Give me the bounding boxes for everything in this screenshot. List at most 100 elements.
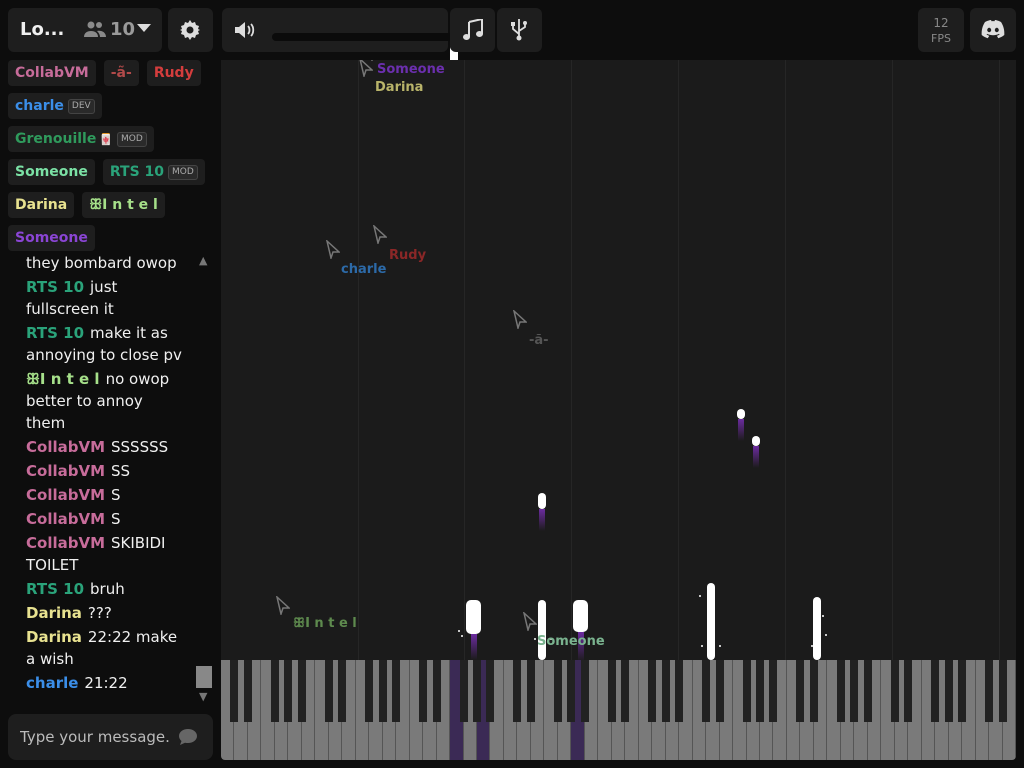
remote-cursor: [512, 308, 528, 331]
chat-message: CollabVM SSSSSS: [8, 436, 186, 458]
chat-input-container: [8, 714, 213, 760]
chat-message: they bombard owop: [8, 252, 186, 274]
piano-keyboard[interactable]: [221, 660, 1016, 760]
chat-message: ꕥI n t e l no owop better to annoy them: [8, 368, 186, 434]
black-key[interactable]: [365, 660, 374, 722]
black-key[interactable]: [392, 660, 401, 722]
chevron-down-icon[interactable]: [136, 22, 152, 34]
user-chip[interactable]: CollabVM: [8, 60, 96, 86]
chat-text: S: [111, 510, 121, 528]
black-key[interactable]: [270, 660, 279, 722]
chat-scrollbar[interactable]: ▲ ▼: [196, 252, 213, 703]
black-key[interactable]: [297, 660, 306, 722]
chat-author[interactable]: RTS 10: [26, 324, 84, 342]
gridline: [358, 60, 359, 660]
black-key[interactable]: [553, 660, 562, 722]
black-key[interactable]: [526, 660, 535, 722]
midi-usb-button[interactable]: [497, 8, 542, 52]
black-key[interactable]: [513, 660, 522, 722]
black-key[interactable]: [944, 660, 953, 722]
chat-author[interactable]: CollabVM: [26, 534, 105, 552]
black-key[interactable]: [338, 660, 347, 722]
black-key[interactable]: [742, 660, 751, 722]
chat-message: CollabVM SS: [8, 460, 186, 482]
chat-author[interactable]: Darina: [26, 628, 82, 646]
chat-message: RTS 10 bruh: [8, 578, 186, 600]
black-key[interactable]: [998, 660, 1007, 722]
chat-author[interactable]: CollabVM: [26, 438, 105, 456]
chat-message: charle 21:22: [8, 672, 186, 694]
chat-author[interactable]: CollabVM: [26, 510, 105, 528]
send-icon[interactable]: [178, 728, 198, 746]
chat-author[interactable]: RTS 10: [26, 278, 84, 296]
chat-author[interactable]: ꕥI n t e l: [26, 370, 100, 388]
volume-slider[interactable]: [272, 33, 458, 67]
chat-author[interactable]: RTS 10: [26, 580, 84, 598]
black-key[interactable]: [675, 660, 684, 722]
user-chip[interactable]: Someone: [8, 159, 95, 185]
chat-author[interactable]: charle: [26, 674, 78, 692]
remote-cursor: [522, 610, 538, 633]
black-key[interactable]: [755, 660, 764, 722]
black-key[interactable]: [931, 660, 940, 722]
user-chip[interactable]: Darina: [8, 192, 75, 218]
chat-input[interactable]: [18, 727, 172, 747]
user-chip[interactable]: Someone: [8, 225, 95, 251]
black-key[interactable]: [904, 660, 913, 722]
gridline: [464, 60, 465, 660]
settings-button[interactable]: [168, 8, 213, 52]
black-key[interactable]: [459, 660, 468, 722]
user-chip[interactable]: Rudy: [146, 60, 201, 86]
user-row: charle DEV: [8, 93, 213, 119]
chat-message: RTS 10 just fullscreen it: [8, 276, 186, 320]
cursor-label: ꕥI n t e l: [293, 616, 357, 631]
user-chip[interactable]: ꕥI n t e l: [82, 192, 165, 218]
black-key[interactable]: [836, 660, 845, 722]
music-button[interactable]: [450, 8, 495, 52]
black-key[interactable]: [890, 660, 899, 722]
black-key[interactable]: [958, 660, 967, 722]
volume-icon[interactable]: [234, 21, 256, 39]
cursor-label: -ã-: [529, 333, 549, 348]
black-key[interactable]: [580, 660, 589, 722]
discord-button[interactable]: [970, 8, 1016, 52]
black-key[interactable]: [567, 660, 576, 722]
black-key[interactable]: [809, 660, 818, 722]
black-key[interactable]: [243, 660, 252, 722]
black-key[interactable]: [230, 660, 239, 722]
black-key[interactable]: [473, 660, 482, 722]
black-key[interactable]: [607, 660, 616, 722]
user-chip[interactable]: -ã-: [103, 60, 139, 86]
room-selector[interactable]: Lo... 10: [8, 8, 162, 52]
user-chip[interactable]: RTS 10 MOD: [102, 159, 205, 185]
black-key[interactable]: [769, 660, 778, 722]
black-key[interactable]: [715, 660, 724, 722]
spark: [701, 645, 703, 647]
spark: [458, 630, 460, 632]
black-key[interactable]: [486, 660, 495, 722]
scrollbar-thumb[interactable]: [196, 666, 212, 688]
remote-cursor: [372, 223, 388, 246]
black-key[interactable]: [621, 660, 630, 722]
black-key[interactable]: [378, 660, 387, 722]
black-key[interactable]: [284, 660, 293, 722]
user-chip[interactable]: Grenouille 🀄 MOD: [8, 126, 154, 152]
chat-author[interactable]: CollabVM: [26, 462, 105, 480]
black-key[interactable]: [796, 660, 805, 722]
black-key[interactable]: [850, 660, 859, 722]
black-key[interactable]: [661, 660, 670, 722]
chat-author[interactable]: Darina: [26, 604, 82, 622]
black-key[interactable]: [863, 660, 872, 722]
black-key[interactable]: [648, 660, 657, 722]
black-key[interactable]: [432, 660, 441, 722]
user-name: Rudy: [153, 65, 194, 81]
black-key[interactable]: [985, 660, 994, 722]
gridline: [571, 60, 572, 660]
black-key[interactable]: [419, 660, 428, 722]
scroll-up-icon[interactable]: ▲: [199, 254, 207, 267]
black-key[interactable]: [702, 660, 711, 722]
black-key[interactable]: [324, 660, 333, 722]
chat-author[interactable]: CollabVM: [26, 486, 105, 504]
scroll-down-icon[interactable]: ▼: [199, 690, 207, 703]
user-chip[interactable]: charle DEV: [8, 93, 102, 119]
